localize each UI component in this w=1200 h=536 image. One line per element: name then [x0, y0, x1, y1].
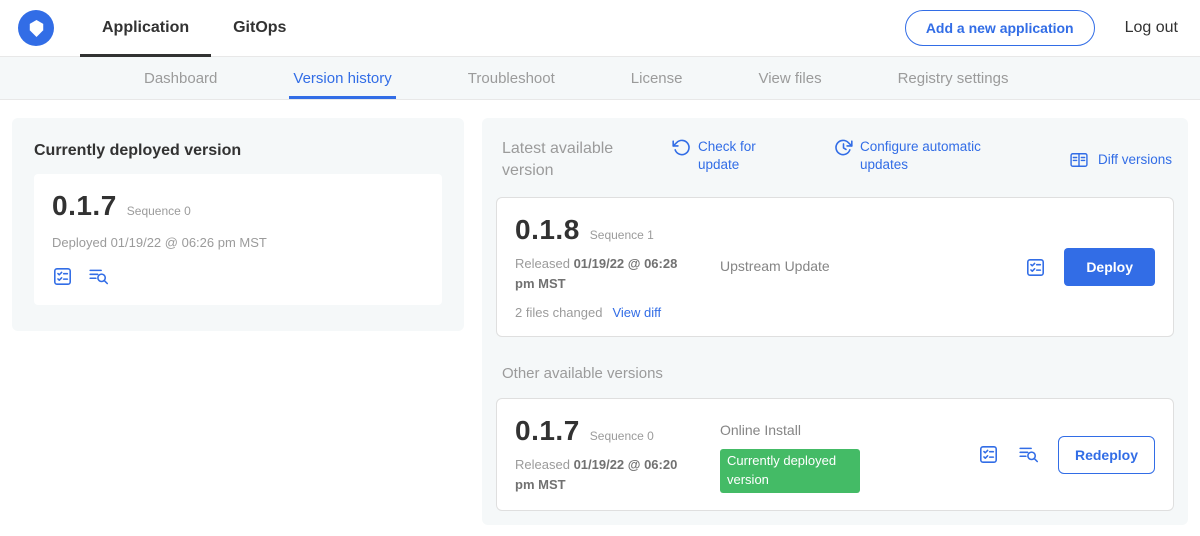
currently-deployed-title: Currently deployed version — [34, 142, 442, 160]
released-label: Released — [515, 256, 570, 271]
app-subnav: Dashboard Version history Troubleshoot L… — [0, 57, 1200, 100]
subnav-item-view-files[interactable]: View files — [754, 57, 825, 99]
release-notes-button[interactable] — [978, 444, 999, 465]
available-versions-header: Latest available version Check for updat… — [496, 136, 1174, 181]
released-date: Released 01/19/22 @ 06:28 pm MST — [515, 254, 695, 293]
version-source-label: Online Install — [720, 422, 801, 438]
version-row: 0.1.7 Sequence 0 — [515, 415, 720, 447]
latest-available-title: Latest available version — [502, 138, 630, 181]
other-version-info: 0.1.7 Sequence 0 Released 01/19/22 @ 06:… — [515, 415, 720, 494]
subnav-item-license[interactable]: License — [627, 57, 687, 99]
version-row: 0.1.8 Sequence 1 — [515, 214, 720, 246]
latest-version-info: 0.1.8 Sequence 1 Released 01/19/22 @ 06:… — [515, 214, 720, 320]
configure-updates-action[interactable]: Configure automatic updates — [834, 138, 988, 173]
latest-version-card: 0.1.8 Sequence 1 Released 01/19/22 @ 06:… — [496, 197, 1174, 337]
view-diff-link[interactable]: View diff — [612, 305, 661, 320]
release-notes-button[interactable] — [1025, 257, 1046, 278]
diff-versions-label: Diff versions — [1098, 151, 1172, 169]
preflight-results-icon — [87, 266, 110, 287]
released-date: Released 01/19/22 @ 06:20 pm MST — [515, 455, 695, 494]
preflight-results-icon — [1017, 444, 1040, 465]
check-update-icon — [672, 138, 691, 157]
subnav-item-registry-settings[interactable]: Registry settings — [894, 57, 1013, 99]
deployed-date: Deployed 01/19/22 @ 06:26 pm MST — [52, 233, 424, 253]
auto-update-schedule-icon — [834, 138, 853, 157]
release-notes-button[interactable] — [52, 266, 73, 287]
configure-updates-label: Configure automatic updates — [860, 138, 988, 173]
logout-link[interactable]: Log out — [1125, 19, 1178, 37]
release-notes-icon — [978, 444, 999, 465]
deployed-timestamp: 01/19/22 @ 06:26 pm MST — [111, 235, 267, 250]
preflight-results-button[interactable] — [87, 266, 110, 287]
version-number: 0.1.7 — [52, 190, 117, 222]
release-notes-icon — [1025, 257, 1046, 278]
diff-versions-action[interactable]: Diff versions — [1068, 150, 1172, 170]
version-row: 0.1.7 Sequence 0 — [52, 190, 424, 222]
available-versions-panel: Latest available version Check for updat… — [482, 118, 1188, 525]
deployed-version-card: 0.1.7 Sequence 0 Deployed 01/19/22 @ 06:… — [34, 174, 442, 305]
sequence-label: Sequence 1 — [590, 228, 654, 242]
nav-tab-application[interactable]: Application — [80, 0, 211, 56]
main-content: Currently deployed version 0.1.7 Sequenc… — [0, 100, 1200, 525]
navbar-right: Add a new application Log out — [905, 10, 1178, 46]
subnav-item-version-history[interactable]: Version history — [289, 57, 395, 99]
latest-version-actions: Deploy — [1025, 248, 1155, 286]
top-navbar: Application GitOps Add a new application… — [0, 0, 1200, 57]
nav-tab-gitops[interactable]: GitOps — [211, 0, 308, 56]
preflight-results-button[interactable] — [1017, 444, 1040, 465]
app-logo[interactable] — [18, 10, 54, 46]
subnav-item-troubleshoot[interactable]: Troubleshoot — [464, 57, 559, 99]
currently-deployed-badge: Currently deployed version — [720, 449, 860, 493]
version-source: Upstream Update — [720, 258, 1025, 276]
other-version-card: 0.1.7 Sequence 0 Released 01/19/22 @ 06:… — [496, 398, 1174, 511]
files-changed-label: 2 files changed — [515, 305, 602, 320]
released-label: Released — [515, 457, 570, 472]
sequence-label: Sequence 0 — [590, 429, 654, 443]
subnav-item-dashboard[interactable]: Dashboard — [140, 57, 221, 99]
currently-deployed-panel: Currently deployed version 0.1.7 Sequenc… — [12, 118, 464, 331]
diff-versions-icon — [1068, 150, 1090, 170]
version-number: 0.1.7 — [515, 415, 580, 447]
sequence-label: Sequence 0 — [127, 204, 191, 218]
version-source: Online Install Currently deployed versio… — [720, 415, 978, 494]
other-version-actions: Redeploy — [978, 436, 1155, 474]
deployed-actions — [52, 266, 424, 287]
redeploy-button[interactable]: Redeploy — [1058, 436, 1155, 474]
add-application-button[interactable]: Add a new application — [905, 10, 1095, 46]
check-for-update-action[interactable]: Check for update — [672, 138, 762, 173]
other-versions-title: Other available versions — [502, 365, 1174, 382]
main-nav: Application GitOps — [80, 0, 308, 56]
version-source-label: Upstream Update — [720, 258, 830, 274]
app-logo-icon — [28, 19, 45, 38]
files-changed-row: 2 files changed View diff — [515, 305, 720, 320]
deploy-button[interactable]: Deploy — [1064, 248, 1155, 286]
version-number: 0.1.8 — [515, 214, 580, 246]
deployed-label: Deployed — [52, 235, 107, 250]
release-notes-icon — [52, 266, 73, 287]
check-update-label: Check for update — [698, 138, 762, 173]
